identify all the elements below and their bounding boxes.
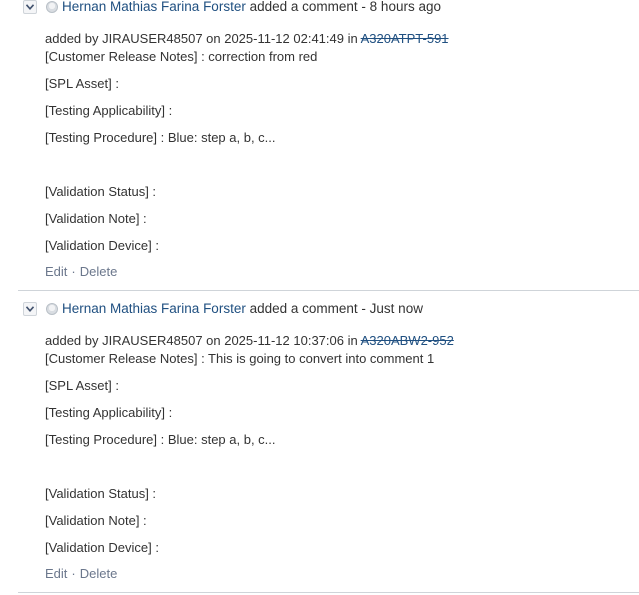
- comment-meta-prefix: added by JIRAUSER48507 on 2025-11-12 02:…: [45, 31, 361, 46]
- edit-link[interactable]: Edit: [45, 264, 67, 279]
- delete-link[interactable]: Delete: [80, 566, 118, 581]
- issue-key-link[interactable]: A320ATPT-591: [361, 31, 449, 46]
- collapse-toggle-icon[interactable]: [23, 302, 37, 316]
- field-validation-device: [Validation Device] :: [45, 540, 159, 555]
- field-testing-applicability: [Testing Applicability] :: [45, 103, 173, 118]
- action-separator: ·: [71, 264, 76, 279]
- field-validation-device: [Validation Device] :: [45, 238, 159, 253]
- field-validation-status: [Validation Status] :: [45, 184, 157, 199]
- comment-header: Hernan Mathias Farina Forster added a co…: [18, 301, 639, 322]
- chevron-down-icon: [26, 4, 34, 10]
- field-customer-release-notes: [Customer Release Notes] : This is going…: [45, 351, 435, 366]
- comment-meta: added by JIRAUSER48507 on 2025-11-12 02:…: [45, 30, 635, 48]
- author-link[interactable]: Hernan Mathias Farina Forster: [62, 301, 246, 316]
- field-testing-procedure: [Testing Procedure] : Blue: step a, b, c…: [45, 130, 276, 145]
- comment-meta-prefix: added by JIRAUSER48507 on 2025-11-12 10:…: [45, 333, 361, 348]
- field-testing-applicability: [Testing Applicability] :: [45, 405, 173, 420]
- comment-action-text: added a comment -: [249, 301, 370, 316]
- comment-header-text: Hernan Mathias Farina Forster added a co…: [62, 0, 441, 14]
- field-customer-release-notes: [Customer Release Notes] : correction fr…: [45, 49, 318, 64]
- comment-block: Hernan Mathias Farina Forster added a co…: [18, 0, 639, 291]
- avatar: [46, 1, 58, 13]
- field-testing-procedure: [Testing Procedure] : Blue: step a, b, c…: [45, 432, 276, 447]
- comment-header: Hernan Mathias Farina Forster added a co…: [18, 0, 639, 20]
- field-validation-note: [Validation Note] :: [45, 513, 147, 528]
- comment-time[interactable]: 8 hours ago: [370, 0, 441, 14]
- collapse-toggle-icon[interactable]: [23, 0, 37, 14]
- author-link[interactable]: Hernan Mathias Farina Forster: [62, 0, 246, 14]
- comment-time[interactable]: Just now: [370, 301, 423, 316]
- delete-link[interactable]: Delete: [80, 264, 118, 279]
- field-spl-asset: [SPL Asset] :: [45, 76, 119, 91]
- chevron-down-icon: [26, 306, 34, 312]
- comment-header-text: Hernan Mathias Farina Forster added a co…: [62, 301, 423, 316]
- comment-body: added by JIRAUSER48507 on 2025-11-12 02:…: [45, 30, 635, 255]
- comment-block: Hernan Mathias Farina Forster added a co…: [18, 301, 639, 593]
- comment-body: added by JIRAUSER48507 on 2025-11-12 10:…: [45, 332, 635, 557]
- action-separator: ·: [71, 566, 76, 581]
- edit-link[interactable]: Edit: [45, 566, 67, 581]
- issue-key-link[interactable]: A320ABW2-952: [361, 333, 454, 348]
- field-spl-asset: [SPL Asset] :: [45, 378, 119, 393]
- field-validation-note: [Validation Note] :: [45, 211, 147, 226]
- field-validation-status: [Validation Status] :: [45, 486, 157, 501]
- comment-actions: Edit · Delete: [45, 566, 117, 581]
- comment-action-text: added a comment -: [249, 0, 370, 14]
- avatar: [46, 303, 58, 315]
- comment-meta: added by JIRAUSER48507 on 2025-11-12 10:…: [45, 332, 635, 350]
- comment-actions: Edit · Delete: [45, 264, 117, 279]
